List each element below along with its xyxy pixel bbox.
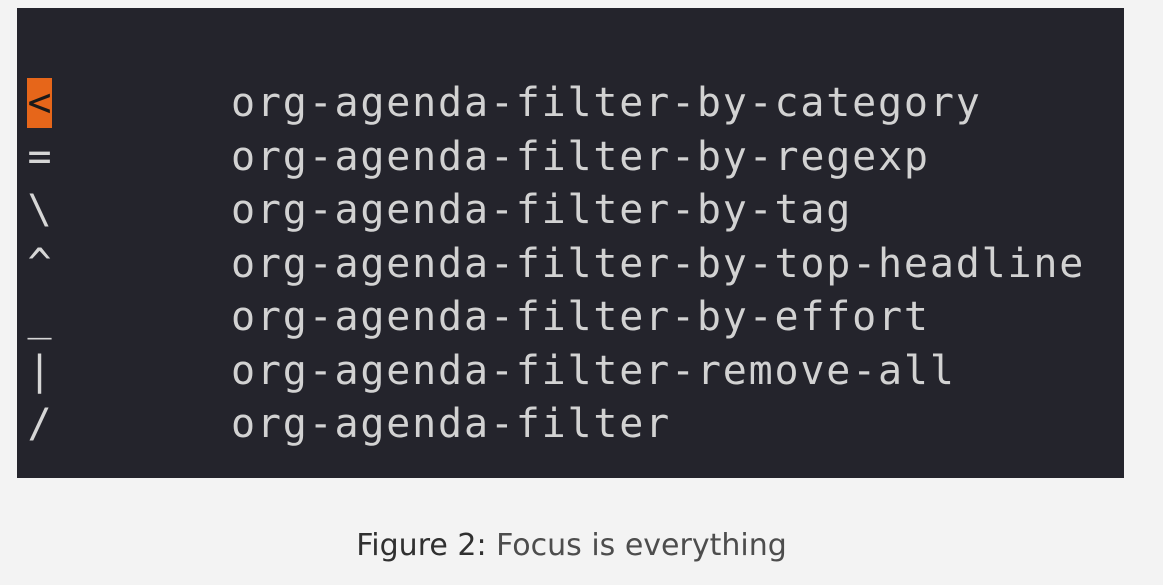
key: /	[27, 401, 52, 447]
keybinding-row: = org-agenda-filter-by-regexp	[17, 132, 1124, 186]
terminal-window: < org-agenda-filter-by-category = org-ag…	[17, 8, 1124, 478]
keybinding-list: < org-agenda-filter-by-category = org-ag…	[17, 78, 1124, 453]
command-name: org-agenda-filter-remove-all	[231, 347, 956, 394]
key: =	[27, 133, 52, 180]
command-name: org-agenda-filter-by-top-headline	[231, 240, 1086, 287]
command-name: org-agenda-filter-by-regexp	[231, 133, 930, 180]
command-name: org-agenda-filter	[231, 401, 671, 447]
figure-caption: Figure 2: Focus is everything	[0, 528, 1143, 563]
cursor-key: <	[27, 78, 52, 128]
keybinding-row: | org-agenda-filter-remove-all	[17, 346, 1124, 400]
keybinding-row: ^ org-agenda-filter-by-top-headline	[17, 239, 1124, 293]
keybinding-row: _ org-agenda-filter-by-effort	[17, 292, 1124, 346]
keybinding-row: < org-agenda-filter-by-category	[17, 78, 1124, 132]
key: \	[27, 187, 52, 233]
key: ^	[27, 240, 52, 287]
command-name: org-agenda-filter-by-category	[231, 80, 982, 126]
key: _	[27, 294, 52, 340]
command-name: org-agenda-filter-by-tag	[231, 187, 853, 233]
keybinding-row: / org-agenda-filter	[17, 399, 1124, 453]
keybinding-row: \ org-agenda-filter-by-tag	[17, 185, 1124, 239]
caption-text: Focus is everything	[496, 528, 787, 563]
figure-label: Figure 2:	[356, 528, 487, 563]
key: |	[27, 347, 52, 394]
command-name: org-agenda-filter-by-effort	[231, 294, 930, 340]
